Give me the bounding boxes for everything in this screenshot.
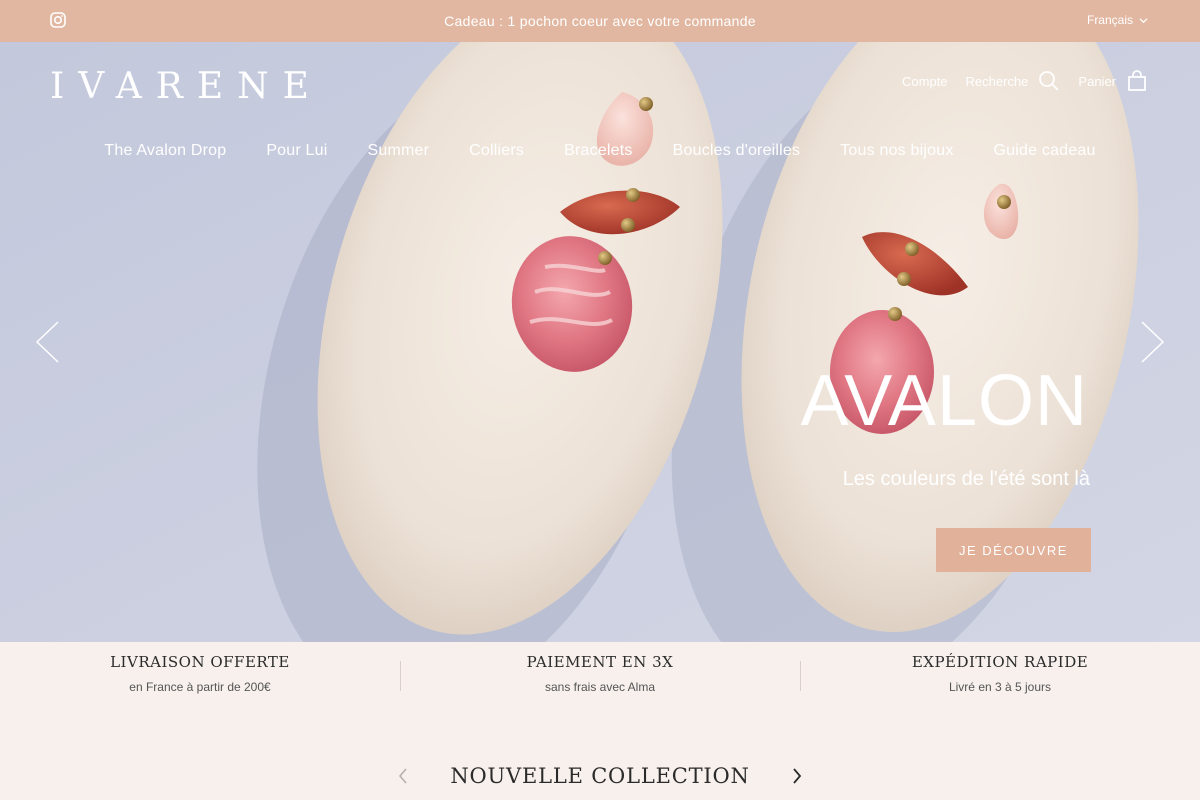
chevron-right-icon (1141, 321, 1165, 363)
brand-logo[interactable]: IVARENE (50, 66, 323, 107)
nav-item-colliers[interactable]: Colliers (469, 142, 524, 160)
slider-prev-button[interactable] (34, 320, 60, 364)
benefits-bar: LIVRAISON OFFERTE en France à partir de … (0, 642, 1200, 712)
chevron-right-icon (792, 768, 801, 784)
language-selector[interactable]: Français (1087, 13, 1148, 27)
nav-item-boucles-doreilles[interactable]: Boucles d'oreilles (673, 142, 801, 160)
benefit-title: PAIEMENT EN 3X (526, 653, 674, 671)
search-icon (1039, 71, 1060, 91)
nav-item-tous-nos-bijoux[interactable]: Tous nos bijoux (840, 142, 953, 160)
search-label: Recherche (965, 73, 1029, 89)
nav-item-guide-cadeau[interactable]: Guide cadeau (994, 142, 1096, 160)
benefit-subtitle: en France à partir de 200€ (129, 680, 271, 694)
account-label: Compte (902, 73, 948, 89)
cart-label: Panier (1078, 73, 1116, 89)
chevron-left-icon (35, 321, 59, 363)
benefit-title: EXPÉDITION RAPIDE (911, 653, 1089, 671)
announcement-message: Cadeau : 1 pochon coeur avec votre comma… (444, 13, 756, 29)
collection-prev-button[interactable] (396, 767, 410, 785)
benefit-subtitle: sans frais avec Alma (544, 680, 656, 694)
chevron-left-icon (399, 768, 407, 784)
header-tools: Compte Recherche Panier (902, 70, 1148, 92)
chevron-down-icon (1139, 17, 1148, 23)
benefit-free-shipping: LIVRAISON OFFERTE en France à partir de … (0, 642, 400, 712)
nav-item-bracelets[interactable]: Bracelets (564, 142, 633, 160)
benefit-fast-shipping: EXPÉDITION RAPIDE Livré en 3 à 5 jours (800, 642, 1200, 712)
benefit-title: LIVRAISON OFFERTE (110, 653, 290, 671)
cart-button[interactable]: Panier (1078, 70, 1148, 92)
hero-banner: IVARENE Compte Recherche Panier The Aval… (0, 42, 1200, 642)
nav-item-pour-lui[interactable]: Pour Lui (266, 142, 327, 160)
account-link[interactable]: Compte (902, 74, 948, 89)
announcement-bar: Cadeau : 1 pochon coeur avec votre comma… (0, 0, 1200, 42)
nav-item-summer[interactable]: Summer (368, 142, 430, 160)
benefit-subtitle: Livré en 3 à 5 jours (948, 680, 1052, 694)
nav-item-the-avalon-drop[interactable]: The Avalon Drop (104, 142, 226, 160)
slider-next-button[interactable] (1140, 320, 1166, 364)
section-title: NOUVELLE COLLECTION (450, 764, 750, 788)
main-navigation: The Avalon Drop Pour Lui Summer Colliers… (0, 142, 1200, 160)
shopping-bag-icon (1128, 70, 1146, 91)
hero-subtitle: Les couleurs de l'été sont là (842, 468, 1090, 490)
collection-header: NOUVELLE COLLECTION (0, 758, 1200, 794)
benefit-payment-3x: PAIEMENT EN 3X sans frais avec Alma (400, 642, 800, 712)
language-label: Français (1086, 13, 1133, 27)
hero-title: AVALON (800, 361, 1088, 441)
collection-next-button[interactable] (790, 767, 804, 785)
discover-button[interactable]: JE DÉCOUVRE (936, 528, 1091, 572)
instagram-icon[interactable] (50, 12, 66, 28)
search-button[interactable]: Recherche (966, 70, 1061, 92)
